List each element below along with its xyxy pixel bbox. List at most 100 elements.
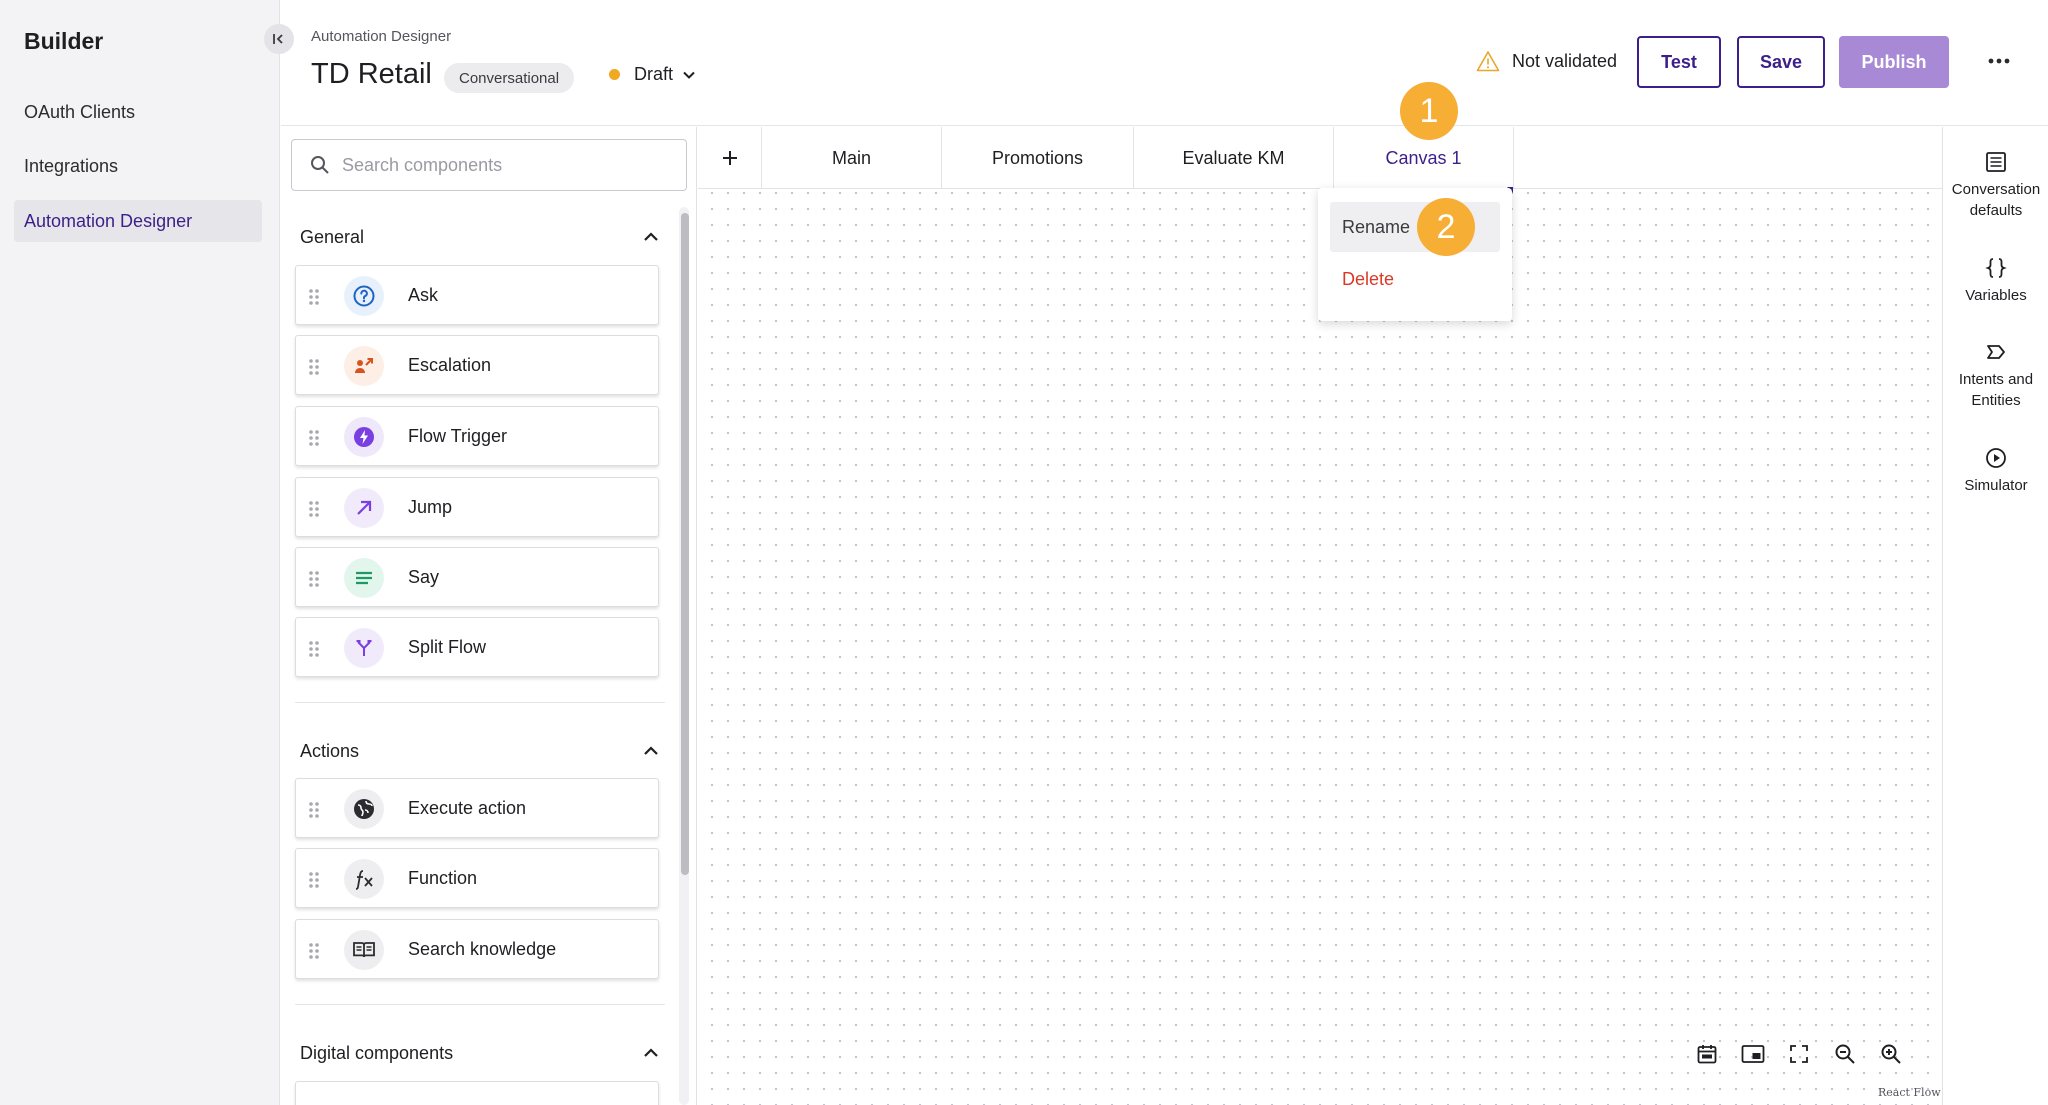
- status-dropdown[interactable]: Draft: [609, 64, 697, 85]
- chevron-up-icon: [644, 1048, 658, 1057]
- warning-icon: [1476, 51, 1500, 72]
- rail-intents-and-entities[interactable]: Intents and Entities: [1943, 341, 2048, 411]
- left-nav: Builder OAuth Clients Integrations Autom…: [0, 0, 294, 1105]
- plus-icon: [722, 151, 737, 165]
- component-label: Jump: [408, 496, 453, 517]
- search-box[interactable]: [291, 139, 687, 191]
- section-divider: [295, 1004, 665, 1005]
- save-button[interactable]: Save: [1737, 36, 1825, 88]
- rail-label: Variables: [1965, 287, 2027, 304]
- component-say[interactable]: Say: [295, 547, 659, 607]
- drag-handle-icon[interactable]: [308, 500, 320, 518]
- play-icon: [1986, 448, 2006, 468]
- rail-simulator[interactable]: Simulator: [1943, 447, 2048, 496]
- collapse-sidebar-button[interactable]: [264, 24, 294, 54]
- status-dot: [609, 69, 620, 80]
- react-flow-attribution[interactable]: React Flow: [1878, 1086, 1941, 1099]
- brand-title: Builder: [24, 28, 104, 54]
- chevron-up-icon: [644, 232, 658, 241]
- zoom-out-button[interactable]: [1822, 1031, 1868, 1077]
- zoom-out-icon: [1835, 1044, 1855, 1064]
- braces-icon: [1985, 258, 2007, 278]
- drag-handle-icon[interactable]: [308, 429, 320, 447]
- section-header-actions[interactable]: Actions: [300, 731, 660, 771]
- function-icon: [344, 859, 384, 899]
- section-header-digital-components[interactable]: Digital components: [300, 1033, 660, 1073]
- component-jump[interactable]: Jump: [295, 477, 659, 537]
- section-title: Actions: [300, 740, 360, 761]
- fit-view-button[interactable]: [1776, 1031, 1822, 1077]
- intent-icon: [1987, 345, 2005, 359]
- breadcrumb[interactable]: Automation Designer: [311, 28, 451, 45]
- right-rail: Conversation defaults Variables Intents …: [1942, 127, 2048, 1105]
- bolt-icon: [344, 417, 384, 457]
- component-flow-trigger[interactable]: Flow Trigger: [295, 406, 659, 466]
- chevron-down-icon: [683, 71, 695, 79]
- search-icon: [311, 156, 329, 174]
- drag-handle-icon[interactable]: [308, 942, 320, 960]
- component-search-knowledge[interactable]: Search knowledge: [295, 919, 659, 979]
- question-icon: [344, 276, 384, 316]
- zoom-in-button[interactable]: [1868, 1031, 1914, 1077]
- more-options-button[interactable]: [1981, 46, 2017, 76]
- minimap-button[interactable]: [1730, 1031, 1776, 1077]
- component-escalation[interactable]: Escalation: [295, 335, 659, 395]
- component-partial[interactable]: [295, 1081, 659, 1105]
- escalation-icon: [344, 346, 384, 386]
- validation-status: Not validated: [1476, 50, 1617, 72]
- rail-conversation-defaults[interactable]: Conversation defaults: [1943, 151, 2048, 221]
- page-header: Automation Designer TD Retail Conversati…: [281, 0, 2048, 126]
- add-canvas-button[interactable]: [698, 127, 762, 189]
- drag-handle-icon[interactable]: [308, 801, 320, 819]
- nav-item-integrations[interactable]: Integrations: [14, 145, 262, 187]
- rail-label: Intents and Entities: [1958, 371, 2034, 409]
- component-split-flow[interactable]: Split Flow: [295, 617, 659, 677]
- search-input[interactable]: [342, 154, 662, 176]
- component-label: Execute action: [408, 797, 527, 818]
- arrow-up-right-icon: [344, 488, 384, 528]
- split-icon: [344, 628, 384, 668]
- nav-item-oauth-clients[interactable]: OAuth Clients: [14, 91, 262, 133]
- publish-button[interactable]: Publish: [1839, 36, 1949, 88]
- delete-menu-item[interactable]: Delete: [1330, 254, 1500, 304]
- component-ask[interactable]: Ask: [295, 265, 659, 325]
- step-badge-1: 1: [1400, 82, 1458, 140]
- minimap-icon: [1741, 1045, 1765, 1063]
- section-header-general[interactable]: General: [300, 217, 660, 257]
- test-button[interactable]: Test: [1637, 36, 1721, 88]
- calendar-button[interactable]: [1684, 1031, 1730, 1077]
- step-badge-2: 2: [1417, 198, 1475, 256]
- component-execute-action[interactable]: Execute action: [295, 778, 659, 838]
- tab-evaluate-km[interactable]: Evaluate KM: [1134, 127, 1334, 189]
- type-badge: Conversational: [444, 63, 575, 93]
- validation-label: Not validated: [1512, 50, 1618, 71]
- component-label: Search knowledge: [408, 938, 557, 959]
- component-label: Split Flow: [408, 636, 487, 657]
- rail-label: Simulator: [1964, 477, 2028, 494]
- component-label: Flow Trigger: [408, 425, 508, 446]
- status-label: Draft: [634, 64, 674, 84]
- nav-item-automation-designer[interactable]: Automation Designer: [14, 200, 262, 242]
- more-horizontal-icon: [1988, 58, 2010, 64]
- panel-scrollbar-thumb[interactable]: [681, 213, 689, 875]
- globe-icon: [344, 789, 384, 829]
- component-label: Function: [408, 867, 478, 888]
- drag-handle-icon[interactable]: [308, 871, 320, 889]
- tab-context-menu: Rename Delete: [1318, 188, 1512, 321]
- canvas-tab-bar: Main Promotions Evaluate KM Canvas 1: [698, 127, 1942, 189]
- rail-variables[interactable]: Variables: [1943, 257, 2048, 306]
- drag-handle-icon[interactable]: [308, 640, 320, 658]
- component-label: Say: [408, 566, 440, 587]
- tab-promotions[interactable]: Promotions: [942, 127, 1134, 189]
- drag-handle-icon[interactable]: [308, 570, 320, 588]
- drag-handle-icon[interactable]: [308, 288, 320, 306]
- collapse-left-icon: [273, 34, 283, 44]
- section-divider: [295, 702, 665, 703]
- tab-main[interactable]: Main: [762, 127, 942, 189]
- chevron-up-icon: [644, 746, 658, 755]
- drag-handle-icon[interactable]: [308, 358, 320, 376]
- section-title: General: [300, 226, 365, 247]
- list-icon: [1986, 152, 2006, 172]
- zoom-in-icon: [1881, 1044, 1901, 1064]
- component-function[interactable]: Function: [295, 848, 659, 908]
